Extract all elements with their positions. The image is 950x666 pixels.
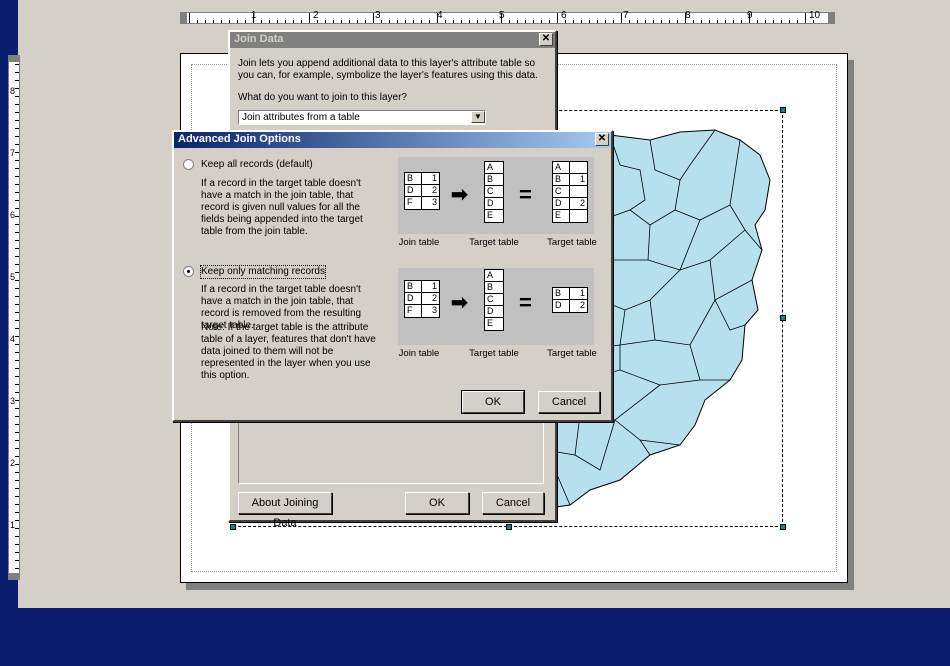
join-table-2: B1D2F3 [404,280,440,318]
table-row: B1 [553,174,587,186]
ruler-label: 7 [10,148,16,158]
join-type-select[interactable]: Join attributes from a table ▼ [238,110,486,125]
advanced-ok-button[interactable]: OK [461,390,525,414]
table-row: D2 [405,185,439,197]
about-joining-button[interactable]: About Joining Data [238,492,332,529]
target-table-1: ABCDE [484,161,504,223]
table-row: E [487,318,494,328]
join-table-1: B1D2F3 [404,172,440,210]
advanced-join-title: Advanced Join Options [178,133,301,145]
keep-matching-label[interactable]: Keep only matching records [200,265,326,279]
keep-matching-radio[interactable] [183,266,194,277]
resize-handle-br[interactable] [780,524,786,530]
join-intro: Join lets you append additional data to … [238,58,538,81]
table-row: B [485,174,503,186]
advanced-cancel-button[interactable]: Cancel [538,391,600,413]
close-icon[interactable]: ✕ [595,133,609,146]
table-row: B1 [405,173,439,185]
join-table-caption-2: Join table [398,348,440,359]
resize-handle-tr[interactable] [780,107,786,113]
table-row: C [553,186,587,198]
table-row: B1 [553,288,587,300]
table-row: D [485,306,503,318]
result-table-caption-1: Target table [547,237,597,248]
join-cancel-button[interactable]: Cancel [482,492,544,514]
table-row: D2 [555,300,585,312]
close-icon[interactable]: ✕ [539,33,553,46]
keep-all-radio[interactable] [183,159,194,170]
join-question: What do you want to join to this layer? [238,92,407,103]
ruler-label: 7 [623,10,629,21]
target-table-2: ABCDE [484,269,504,331]
table-row: F3 [407,305,437,317]
join-data-title: Join Data [234,33,284,45]
advanced-join-dialog: Advanced Join Options ✕ Keep all records… [172,130,613,422]
ruler-label: 2 [10,458,16,468]
join-data-titlebar[interactable]: Join Data ✕ [230,32,555,48]
table-row: B1 [405,281,439,293]
keep-all-description: If a record in the target table doesn't … [201,178,363,237]
table-row: A [553,162,587,174]
table-row: C [485,186,503,198]
result-table-2: B1D2 [552,287,588,313]
table-row: B [485,282,503,294]
resize-handle-b[interactable] [506,524,512,530]
target-table-caption-1: Target table [469,237,519,248]
horizontal-ruler[interactable]: 12345678910 [180,10,835,24]
table-row: D2 [553,198,587,210]
join-ok-button[interactable]: OK [405,492,469,514]
join-options-group [238,412,544,484]
table-row: E [553,210,587,222]
chevron-down-icon[interactable]: ▼ [471,111,485,123]
resize-handle-bl[interactable] [230,524,236,530]
vertical-ruler[interactable]: 87654321 [8,55,20,580]
table-row: D2 [405,293,439,305]
table-row: E [487,210,494,220]
keep-all-label[interactable]: Keep all records (default) [201,159,313,171]
ruler-label: 6 [10,210,16,220]
advanced-join-titlebar[interactable]: Advanced Join Options ✕ [174,132,611,148]
target-table-caption-2: Target table [469,348,519,359]
result-table-caption-2: Target table [547,348,597,359]
join-type-value: Join attributes from a table [242,112,360,123]
table-row: A [485,162,503,174]
table-row: F3 [407,197,437,209]
equals-icon: = [519,290,532,315]
arrow-right-icon: ➡ [451,292,468,314]
ruler-label: 10 [809,10,821,21]
join-table-caption-1: Join table [398,237,440,248]
equals-icon: = [519,182,532,207]
table-row: D [485,198,503,210]
arrow-right-icon: ➡ [451,184,468,206]
keep-matching-note: Note: If the target table is the attribu… [201,322,376,381]
resize-handle-r[interactable] [780,315,786,321]
result-table-1: AB1CD2E [552,161,588,223]
table-row: A [485,270,503,282]
ruler-label: 3 [375,10,381,21]
table-row: C [485,294,503,306]
ruler-label: 3 [10,396,16,406]
